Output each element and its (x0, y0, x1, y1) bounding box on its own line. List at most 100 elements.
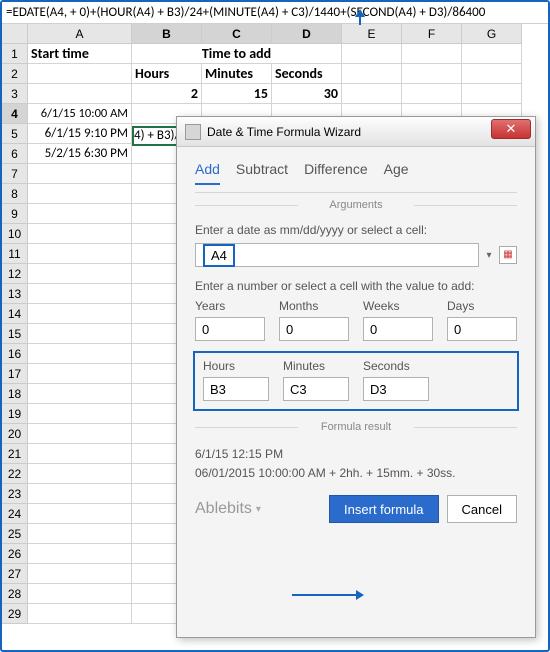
row-header[interactable]: 18 (2, 384, 28, 404)
hours-input[interactable] (203, 377, 269, 401)
cell-a4[interactable]: 6/1/15 10:00 AM (28, 104, 132, 124)
row-header[interactable]: 3 (2, 84, 28, 104)
row-header[interactable]: 12 (2, 264, 28, 284)
row-header[interactable]: 8 (2, 184, 28, 204)
cell-a6[interactable]: 5/2/15 6:30 PM (28, 144, 132, 164)
tab-age[interactable]: Age (384, 161, 409, 184)
cell[interactable] (28, 364, 132, 384)
row-header[interactable]: 29 (2, 604, 28, 624)
cell[interactable] (342, 64, 402, 84)
row-header[interactable]: 22 (2, 464, 28, 484)
cell[interactable] (28, 584, 132, 604)
row-header[interactable]: 28 (2, 584, 28, 604)
months-input[interactable] (279, 317, 349, 341)
cell[interactable] (28, 504, 132, 524)
col-header-e[interactable]: E (342, 24, 402, 44)
cell-a5[interactable]: 6/1/15 9:10 PM (28, 124, 132, 144)
col-header-g[interactable]: G (462, 24, 522, 44)
cell[interactable] (28, 524, 132, 544)
cell[interactable] (28, 324, 132, 344)
row-header[interactable]: 27 (2, 564, 28, 584)
cell[interactable] (28, 244, 132, 264)
col-header-b[interactable]: B (132, 24, 202, 44)
row-header[interactable]: 4 (2, 104, 28, 124)
cell[interactable] (28, 84, 132, 104)
cell[interactable] (462, 64, 522, 84)
cell-a1[interactable]: Start time (28, 44, 132, 64)
row-header[interactable]: 14 (2, 304, 28, 324)
col-header-a[interactable]: A (28, 24, 132, 44)
tab-add[interactable]: Add (195, 161, 220, 185)
row-header[interactable]: 23 (2, 484, 28, 504)
cell[interactable] (28, 164, 132, 184)
tab-difference[interactable]: Difference (304, 161, 368, 184)
brand-label[interactable]: Ablebits ▾ (195, 500, 261, 518)
minutes-input[interactable] (283, 377, 349, 401)
cell-c3[interactable]: 15 (202, 84, 272, 104)
col-header-f[interactable]: F (402, 24, 462, 44)
cell[interactable] (28, 484, 132, 504)
cell-c2[interactable]: Minutes (202, 64, 272, 84)
row-header[interactable]: 7 (2, 164, 28, 184)
row-header[interactable]: 21 (2, 444, 28, 464)
years-input[interactable] (195, 317, 265, 341)
row-header[interactable]: 13 (2, 284, 28, 304)
cell[interactable] (28, 204, 132, 224)
cell-b3[interactable]: 2 (132, 84, 202, 104)
cell[interactable] (28, 564, 132, 584)
row-header[interactable]: 1 (2, 44, 28, 64)
row-header[interactable]: 9 (2, 204, 28, 224)
cell[interactable] (28, 304, 132, 324)
cell[interactable] (402, 84, 462, 104)
weeks-input[interactable] (363, 317, 433, 341)
row-header[interactable]: 2 (2, 64, 28, 84)
row-header[interactable]: 19 (2, 404, 28, 424)
cell[interactable] (28, 404, 132, 424)
cell[interactable] (342, 84, 402, 104)
formula-bar[interactable]: =EDATE(A4, + 0)+(HOUR(A4) + B3)/24+(MINU… (2, 2, 548, 24)
close-button[interactable]: ✕ (491, 119, 531, 139)
seconds-input[interactable] (363, 377, 429, 401)
date-input[interactable]: A4 (203, 244, 235, 267)
cell[interactable] (28, 64, 132, 84)
col-header-c[interactable]: C (202, 24, 272, 44)
date-input-wrap[interactable]: A4 (195, 243, 479, 267)
cell[interactable] (462, 84, 522, 104)
cell[interactable] (28, 444, 132, 464)
cell-bcd1[interactable]: Time to add (132, 44, 342, 64)
row-header[interactable]: 11 (2, 244, 28, 264)
cell[interactable] (28, 344, 132, 364)
row-header[interactable]: 20 (2, 424, 28, 444)
cell[interactable] (342, 44, 402, 64)
row-header[interactable]: 15 (2, 324, 28, 344)
row-header[interactable]: 16 (2, 344, 28, 364)
row-header[interactable]: 26 (2, 544, 28, 564)
cancel-button[interactable]: Cancel (447, 495, 517, 523)
cell[interactable] (28, 424, 132, 444)
cell[interactable] (28, 284, 132, 304)
cell[interactable] (462, 44, 522, 64)
cell[interactable] (28, 264, 132, 284)
cell[interactable] (28, 604, 132, 624)
range-picker-icon[interactable]: ▦ (499, 246, 517, 264)
cell[interactable] (28, 464, 132, 484)
row-header[interactable]: 24 (2, 504, 28, 524)
row-header[interactable]: 5 (2, 124, 28, 144)
cell[interactable] (402, 44, 462, 64)
row-header[interactable]: 6 (2, 144, 28, 164)
insert-formula-button[interactable]: Insert formula (329, 495, 438, 523)
days-input[interactable] (447, 317, 517, 341)
cell[interactable] (28, 184, 132, 204)
cell-b2[interactable]: Hours (132, 64, 202, 84)
cell[interactable] (28, 544, 132, 564)
tab-subtract[interactable]: Subtract (236, 161, 288, 184)
dialog-titlebar[interactable]: Date & Time Formula Wizard ✕ (177, 117, 535, 147)
cell[interactable] (28, 224, 132, 244)
cell-d2[interactable]: Seconds (272, 64, 342, 84)
row-header[interactable]: 17 (2, 364, 28, 384)
chevron-down-icon[interactable]: ▾ (483, 250, 495, 261)
cell-d3[interactable]: 30 (272, 84, 342, 104)
select-all-corner[interactable] (2, 24, 28, 44)
cell[interactable] (402, 64, 462, 84)
row-header[interactable]: 25 (2, 524, 28, 544)
